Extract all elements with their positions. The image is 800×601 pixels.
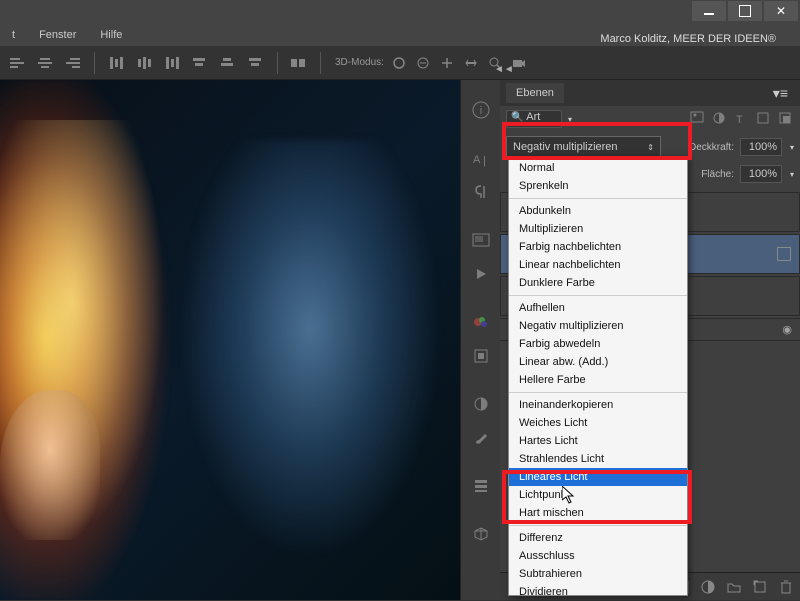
- dropdown-separator: [509, 295, 687, 296]
- adjust-icon[interactable]: [467, 390, 495, 418]
- options-bar: 3D-Modus:: [0, 46, 800, 80]
- group-icon[interactable]: [726, 579, 742, 595]
- svg-text:i: i: [479, 105, 481, 117]
- blend-option[interactable]: Lineares Licht: [509, 468, 687, 486]
- blend-option[interactable]: Multiplizieren: [509, 220, 687, 238]
- smart-object-icon: [777, 247, 791, 261]
- trash-icon[interactable]: [778, 579, 794, 595]
- blend-option[interactable]: Ineinanderkopieren: [509, 396, 687, 414]
- blend-option[interactable]: Differenz: [509, 529, 687, 547]
- blend-option[interactable]: Lichtpunkt: [509, 486, 687, 504]
- dropdown-separator: [509, 525, 687, 526]
- play-icon[interactable]: [467, 260, 495, 288]
- chevron-down-icon[interactable]: ▾: [790, 170, 794, 179]
- cube-icon[interactable]: [467, 520, 495, 548]
- distribute-top-icon[interactable]: [105, 52, 127, 74]
- distribute-hcenter-icon[interactable]: [217, 52, 239, 74]
- opacity-label: Deckkraft:: [689, 142, 734, 153]
- new-layer-icon[interactable]: [752, 579, 768, 595]
- blend-option[interactable]: Dividieren: [509, 583, 687, 601]
- close-button[interactable]: [764, 1, 798, 21]
- blend-option[interactable]: Normal: [509, 159, 687, 177]
- maximize-button[interactable]: [728, 1, 762, 21]
- blue-smoke-illustration: [180, 140, 440, 560]
- mode3d-label: 3D-Modus:: [335, 57, 384, 68]
- blend-option[interactable]: Strahlendes Licht: [509, 450, 687, 468]
- slide-icon[interactable]: [462, 54, 480, 72]
- blend-mode-select[interactable]: Negativ multiplizieren ⇕: [506, 136, 661, 158]
- blend-option[interactable]: Subtrahieren: [509, 565, 687, 583]
- dropdown-separator: [509, 392, 687, 393]
- distribute-bottom-icon[interactable]: [161, 52, 183, 74]
- menu-item-fenster[interactable]: Fenster: [33, 29, 82, 41]
- info-icon[interactable]: i: [467, 96, 495, 124]
- panel-menu-icon[interactable]: ▾≡: [767, 85, 794, 102]
- layer-filter-input[interactable]: 🔍 Art: [506, 110, 562, 128]
- swatches-icon[interactable]: [467, 308, 495, 336]
- blend-option[interactable]: Negativ multiplizieren: [509, 317, 687, 335]
- orbit-icon[interactable]: [390, 54, 408, 72]
- minimize-button[interactable]: [692, 1, 726, 21]
- workspace-label[interactable]: Marco Kolditz, MEER DER IDEEN®: [600, 33, 776, 45]
- align-right-icon[interactable]: [62, 52, 84, 74]
- blend-option[interactable]: Farbig nachbelichten: [509, 238, 687, 256]
- blend-option[interactable]: Hartes Licht: [509, 432, 687, 450]
- paragraph-icon[interactable]: [467, 178, 495, 206]
- collapsed-panel-icons: i A|: [460, 80, 500, 600]
- blend-mode-value: Negativ multiplizieren: [513, 141, 618, 153]
- blend-option[interactable]: Farbig abwedeln: [509, 335, 687, 353]
- roll-icon[interactable]: [414, 54, 432, 72]
- opacity-input[interactable]: 100%: [740, 138, 782, 156]
- chevron-down-icon[interactable]: ▾: [790, 143, 794, 152]
- layers-tab[interactable]: Ebenen: [506, 83, 564, 103]
- blend-option[interactable]: Dunklere Farbe: [509, 274, 687, 292]
- chevron-down-icon[interactable]: ▾: [568, 115, 572, 124]
- auto-align-icon[interactable]: [288, 52, 310, 74]
- blend-option[interactable]: Sprenkeln: [509, 177, 687, 195]
- distribute-right-icon[interactable]: [245, 52, 267, 74]
- adjustment-icon[interactable]: [700, 579, 716, 595]
- align-left-icon[interactable]: [6, 52, 28, 74]
- svg-text:|: |: [483, 155, 486, 167]
- character-icon[interactable]: A|: [467, 144, 495, 172]
- svg-text:T: T: [736, 114, 743, 125]
- menu-item-truncated[interactable]: t: [6, 29, 21, 41]
- blend-option[interactable]: Linear abw. (Add.): [509, 353, 687, 371]
- styles-icon[interactable]: [467, 342, 495, 370]
- window-titlebar: [0, 0, 800, 24]
- filter-adjust-icon[interactable]: [712, 111, 728, 127]
- blend-option[interactable]: Ausschluss: [509, 547, 687, 565]
- navigator-icon[interactable]: [467, 226, 495, 254]
- menu-item-hilfe[interactable]: Hilfe: [94, 29, 128, 41]
- distribute-left-icon[interactable]: [189, 52, 211, 74]
- pan-icon[interactable]: [438, 54, 456, 72]
- blend-mode-dropdown: NormalSprenkelnAbdunkelnMultiplizierenFa…: [508, 156, 688, 596]
- hand-illustration: [0, 390, 100, 540]
- dropdown-separator: [509, 198, 687, 199]
- brush-icon[interactable]: [467, 424, 495, 452]
- chevron-updown-icon: ⇕: [647, 143, 654, 152]
- align-center-icon[interactable]: [34, 52, 56, 74]
- blend-option[interactable]: Aufhellen: [509, 299, 687, 317]
- svg-text:A: A: [473, 154, 481, 166]
- filter-shape-icon[interactable]: [756, 111, 772, 127]
- fill-input[interactable]: 100%: [740, 165, 782, 183]
- blend-option[interactable]: Weiches Licht: [509, 414, 687, 432]
- collapse-arrow-icon[interactable]: ◄◄: [494, 64, 514, 75]
- filter-image-icon[interactable]: [690, 111, 706, 127]
- filter-text-icon[interactable]: T: [734, 111, 750, 127]
- blend-option[interactable]: Linear nachbelichten: [509, 256, 687, 274]
- blend-option[interactable]: Abdunkeln: [509, 202, 687, 220]
- filter-smart-icon[interactable]: [778, 111, 794, 127]
- distribute-vcenter-icon[interactable]: [133, 52, 155, 74]
- history-icon[interactable]: [467, 472, 495, 500]
- fill-label: Fläche:: [701, 169, 734, 180]
- blend-option[interactable]: Hellere Farbe: [509, 371, 687, 389]
- eye-icon[interactable]: ◉: [782, 323, 792, 336]
- canvas[interactable]: [0, 80, 460, 600]
- blend-option[interactable]: Hart mischen: [509, 504, 687, 522]
